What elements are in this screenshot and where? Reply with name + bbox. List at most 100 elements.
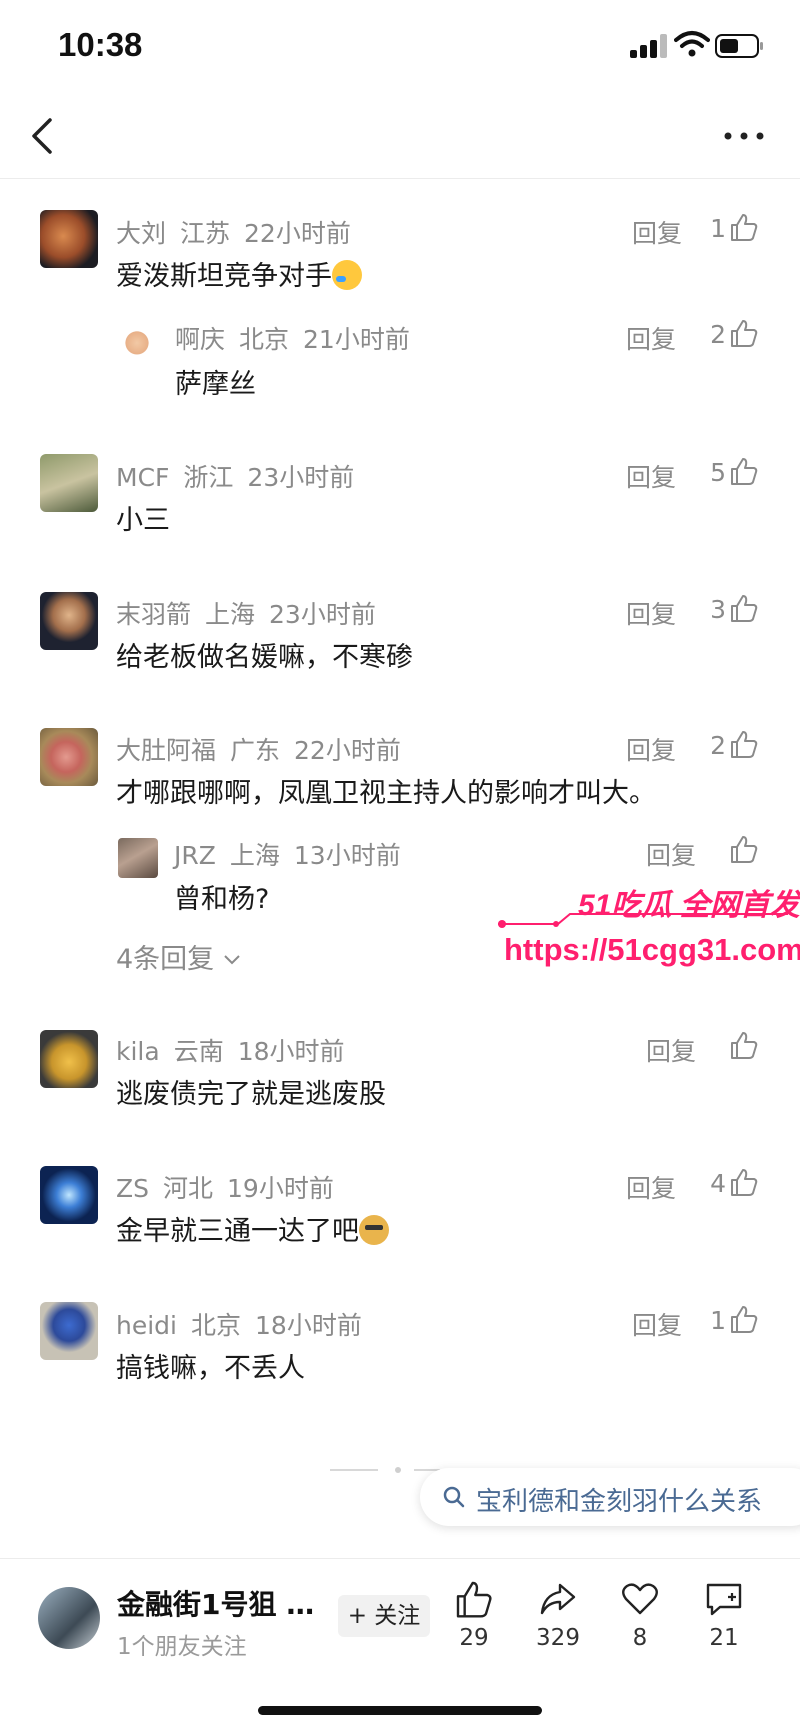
comment-text: 逃废债完了就是逃废股: [116, 1079, 386, 1110]
reply-button[interactable]: 回复: [646, 836, 696, 872]
like-button[interactable]: 5: [700, 458, 758, 490]
comment-text: 曾和杨?: [174, 884, 270, 915]
home-indicator: [258, 1706, 542, 1715]
region: 北京: [191, 1311, 242, 1340]
timestamp: 21小时前: [303, 325, 410, 354]
reply-button[interactable]: 回复: [626, 320, 676, 356]
comment-meta: 大刘 江苏 22小时前: [116, 214, 365, 250]
like-button[interactable]: 2: [700, 731, 758, 763]
search-icon: [443, 1486, 465, 1508]
timestamp: 22小时前: [244, 219, 351, 248]
thumbs-up-icon: [731, 836, 758, 863]
favorite-action[interactable]: 8: [610, 1579, 670, 1651]
reply-button[interactable]: 回复: [646, 1032, 696, 1068]
like-button[interactable]: 2: [700, 320, 758, 352]
thumbs-up-icon: [456, 1581, 492, 1618]
avatar[interactable]: [40, 728, 98, 786]
thumbs-up-icon: [731, 214, 758, 241]
like-button[interactable]: 1: [700, 214, 758, 246]
share-action[interactable]: 329: [528, 1579, 588, 1651]
more-options-icon[interactable]: [722, 124, 766, 148]
avatar[interactable]: [40, 454, 98, 512]
like-button[interactable]: [700, 1032, 758, 1064]
timestamp: 23小时前: [247, 463, 355, 492]
reply-button[interactable]: 回复: [626, 458, 676, 494]
comment-meta: heidi 北京 18小时前: [116, 1306, 376, 1342]
thumbs-up-icon: [731, 1306, 758, 1333]
region: 河北: [163, 1174, 214, 1203]
username[interactable]: heidi: [116, 1311, 177, 1340]
region: 江苏: [180, 219, 231, 248]
chevron-down-icon: [224, 955, 240, 965]
region: 北京: [239, 325, 290, 354]
comment-meta: 大肚阿福 广东 22小时前: [116, 731, 415, 767]
username[interactable]: JRZ: [174, 841, 216, 870]
region: 上海: [229, 841, 280, 870]
comment-text: 金早就三通一达了吧: [116, 1209, 389, 1248]
like-button[interactable]: 3: [700, 595, 758, 627]
follow-button[interactable]: + 关注: [338, 1595, 430, 1637]
reply-button[interactable]: 回复: [626, 1169, 676, 1205]
thumbs-up-icon: [731, 458, 758, 485]
avatar[interactable]: [40, 1030, 98, 1088]
wifi-icon: [674, 31, 710, 57]
status-time: 10:38: [58, 26, 143, 63]
timestamp: 23小时前: [269, 600, 376, 629]
avatar[interactable]: [40, 1302, 98, 1360]
avatar[interactable]: [40, 1166, 98, 1224]
back-arrow-icon[interactable]: [28, 116, 58, 156]
reply-button[interactable]: 回复: [632, 214, 682, 250]
watermark: 51吃瓜 全网首发 https://51cgg31.com: [498, 880, 800, 980]
like-button[interactable]: 1: [700, 1306, 758, 1338]
username[interactable]: 大刘: [116, 219, 166, 248]
watermark-title: 51吃瓜 全网首发: [578, 889, 800, 922]
comment-action[interactable]: 21: [694, 1579, 754, 1651]
thumbs-up-icon: [731, 320, 758, 347]
thumbs-up-icon: [731, 731, 758, 758]
username[interactable]: 末羽箭: [116, 600, 191, 629]
avatar[interactable]: [40, 210, 98, 268]
username[interactable]: 啊庆: [175, 325, 225, 354]
avatar[interactable]: [118, 838, 158, 878]
like-button[interactable]: [700, 836, 758, 868]
thumbs-up-icon: [731, 1032, 758, 1059]
avatar[interactable]: [40, 592, 98, 650]
like-count: 2: [710, 731, 726, 760]
comment-text: 给老板做名媛嘛，不寒碜: [116, 642, 413, 673]
username[interactable]: MCF: [116, 463, 169, 492]
username[interactable]: 大肚阿福: [116, 736, 216, 765]
author-followers: 1个朋友关注: [117, 1634, 247, 1660]
region: 广东: [230, 736, 281, 765]
search-suggestion[interactable]: 宝利德和金刻羽什么关系: [420, 1468, 800, 1526]
like-action[interactable]: 29: [444, 1579, 504, 1651]
reply-button[interactable]: 回复: [626, 731, 676, 767]
author-name[interactable]: 金融街1号狙 …: [117, 1583, 314, 1623]
more-replies-link[interactable]: 4条回复: [116, 937, 241, 976]
page-indicator: [330, 1467, 440, 1473]
like-button[interactable]: 4: [700, 1169, 758, 1201]
like-count: 3: [710, 595, 726, 624]
favorite-count: 8: [632, 1625, 648, 1651]
doge-emoji-icon: [359, 1215, 389, 1245]
like-count: 5: [710, 458, 726, 487]
comment-meta: 末羽箭 上海 23小时前: [116, 595, 390, 631]
reply-button[interactable]: 回复: [632, 1306, 682, 1342]
share-count: 329: [536, 1625, 580, 1651]
signal-icon: [630, 34, 667, 58]
avatar[interactable]: [118, 322, 156, 360]
share-icon: [540, 1583, 576, 1615]
timestamp: 18小时前: [237, 1037, 345, 1066]
author-avatar[interactable]: [38, 1587, 100, 1649]
heart-icon: [622, 1583, 658, 1615]
comment-text: 搞钱嘛，不丢人: [116, 1353, 305, 1384]
username[interactable]: kila: [116, 1037, 160, 1066]
reply-button[interactable]: 回复: [626, 595, 676, 631]
timestamp: 18小时前: [255, 1311, 362, 1340]
thumbs-up-icon: [731, 595, 758, 622]
username[interactable]: ZS: [116, 1174, 149, 1203]
search-suggestion-text: 宝利德和金刻羽什么关系: [476, 1487, 763, 1517]
comment-text: 爱泼斯坦竞争对手: [116, 254, 362, 293]
comment-meta: 啊庆 北京 21小时前: [175, 320, 424, 356]
comment-icon: [706, 1583, 742, 1616]
comment-text: 才哪跟哪啊，凤凰卫视主持人的影响才叫大。: [116, 778, 656, 809]
